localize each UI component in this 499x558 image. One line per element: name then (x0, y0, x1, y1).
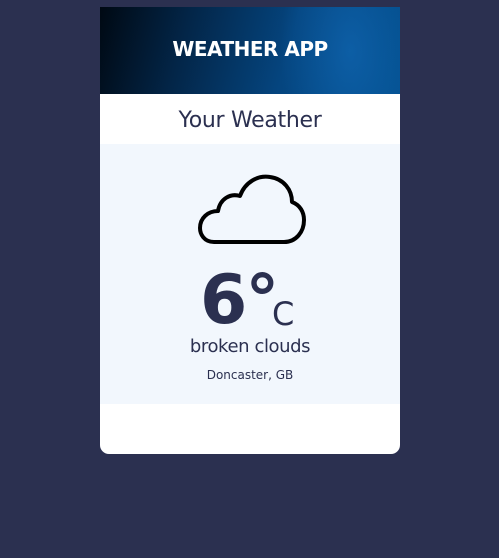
weather-card: WEATHER APP Your Weather 6° C broken clo… (100, 7, 400, 454)
weather-location: Doncaster, GB (206, 368, 294, 382)
cloud-icon (198, 174, 306, 244)
app-title: WEATHER APP (172, 37, 328, 61)
section-title: Your Weather (100, 94, 400, 144)
weather-conditions: broken clouds (189, 336, 311, 357)
temperature-value: 6° (200, 261, 279, 340)
temperature-display: 6° C (100, 266, 400, 336)
app-header: WEATHER APP (100, 7, 400, 94)
weather-panel: 6° C broken clouds Doncaster, GB (100, 144, 400, 404)
temperature-unit: C (272, 295, 295, 333)
